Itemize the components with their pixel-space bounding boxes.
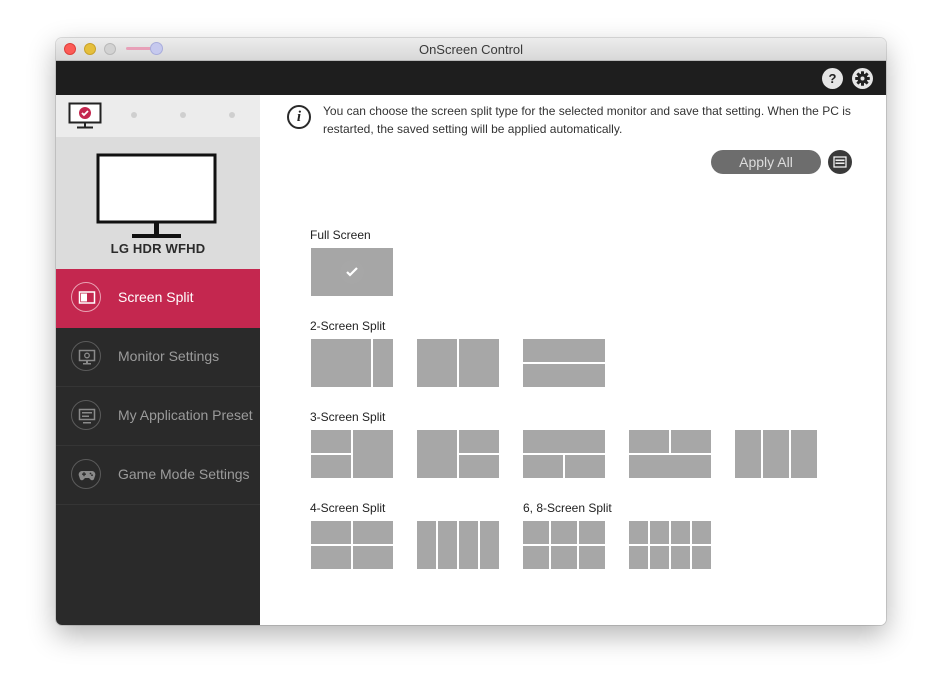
sidebar-nav: Screen Split Monitor Settings My Applica… (56, 269, 260, 505)
apply-all-button[interactable]: Apply All (711, 150, 821, 174)
layout-3-split-columns[interactable] (735, 430, 817, 478)
sidebar-item-screen-split[interactable]: Screen Split (56, 269, 260, 328)
sidebar-item-app-preset[interactable]: My Application Preset (56, 387, 260, 446)
window-title: OnScreen Control (418, 42, 524, 57)
section-3-screen: 3-Screen Split (310, 410, 386, 424)
app-preset-icon (71, 400, 101, 430)
title-bar: OnScreen Control (56, 38, 886, 61)
layout-2-split-wide-narrow[interactable] (311, 339, 393, 387)
monitor-selector-strip (56, 95, 260, 137)
sidebar-item-label: My Application Preset (118, 407, 253, 423)
settings-button[interactable] (852, 68, 873, 89)
app-window: OnScreen Control ? LG HDR WFHD Screen Sp… (56, 38, 886, 625)
sidebar-item-game-mode[interactable]: Game Mode Settings (56, 446, 260, 505)
monitor-tab-selected[interactable] (68, 102, 102, 135)
layout-2-split-vertical[interactable] (417, 339, 499, 387)
apply-all-monitor-button[interactable] (828, 150, 852, 174)
sidebar: LG HDR WFHD Screen Split Monitor Setting… (56, 95, 260, 625)
layout-3-split-left-stack[interactable] (311, 430, 393, 478)
gear-icon (855, 71, 870, 86)
info-message: You can choose the screen split type for… (323, 104, 851, 136)
layout-3-split-right-stack[interactable] (417, 430, 499, 478)
gamepad-icon (71, 459, 101, 489)
sidebar-item-label: Monitor Settings (118, 348, 220, 364)
selected-check-icon (340, 260, 364, 284)
monitor-icon (96, 153, 217, 238)
section-4-screen: 4-Screen Split (310, 501, 386, 515)
layout-full-screen[interactable] (311, 248, 393, 296)
monitor-slot-2[interactable] (131, 112, 137, 118)
monitor-slot-3[interactable] (180, 112, 186, 118)
top-toolbar: ? (56, 61, 886, 95)
layout-8-split-grid[interactable] (629, 521, 711, 569)
layout-2-split-horizontal[interactable] (523, 339, 605, 387)
sidebar-item-label: Game Mode Settings (118, 466, 250, 482)
layout-6-split-grid[interactable] (523, 521, 605, 569)
monitor-preview-panel: LG HDR WFHD (56, 137, 260, 269)
screen-split-icon (71, 282, 101, 312)
section-2-screen: 2-Screen Split (310, 319, 386, 333)
layout-4-split-grid[interactable] (311, 521, 393, 569)
section-6-8-screen: 6, 8-Screen Split (523, 501, 612, 515)
monitor-slot-4[interactable] (229, 112, 235, 118)
layout-3-split-bottom-full[interactable] (629, 430, 711, 478)
monitor-layout-icon (833, 156, 847, 168)
monitor-name: LG HDR WFHD (110, 241, 206, 256)
screen-split-panel: i You can choose the screen split type f… (260, 95, 886, 625)
help-button[interactable]: ? (822, 68, 843, 89)
layout-4-split-columns[interactable] (417, 521, 499, 569)
sidebar-item-label: Screen Split (118, 289, 194, 305)
sidebar-item-monitor-settings[interactable]: Monitor Settings (56, 328, 260, 387)
layout-3-split-top-full[interactable] (523, 430, 605, 478)
info-icon: i (287, 105, 311, 129)
monitor-selected-icon (68, 102, 102, 129)
section-full-screen: Full Screen (310, 228, 371, 242)
monitor-settings-icon (71, 341, 101, 371)
